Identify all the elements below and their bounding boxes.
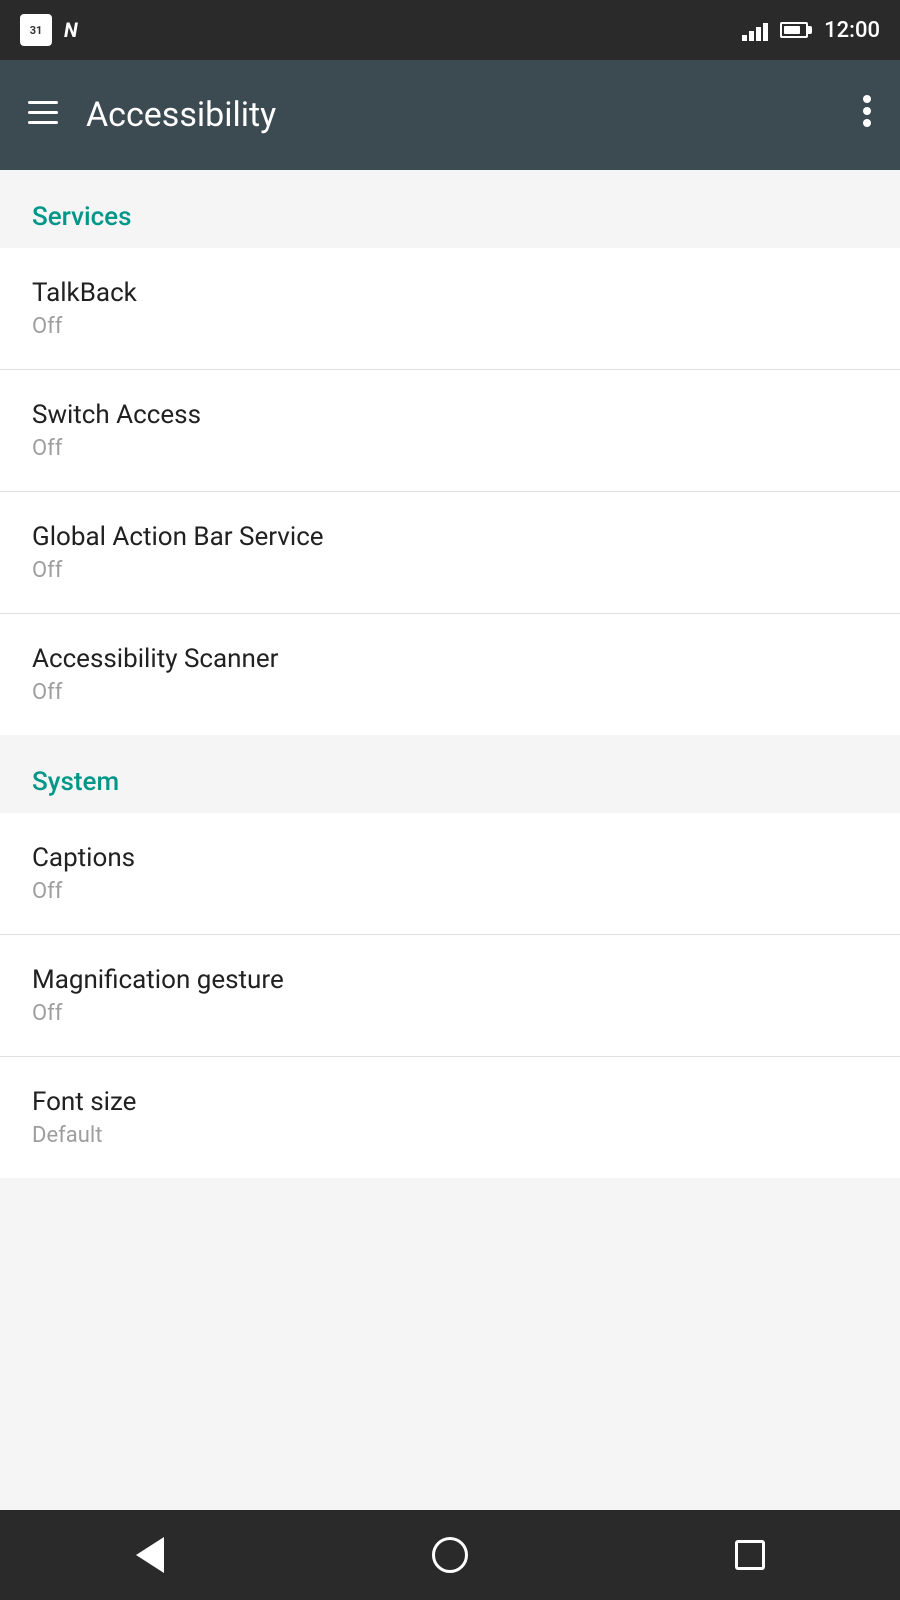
home-button[interactable] (415, 1520, 485, 1590)
app-bar-left: Accessibility (20, 90, 276, 141)
global-action-bar-title: Global Action Bar Service (32, 522, 868, 552)
calendar-icon: 31 (20, 14, 52, 46)
captions-title: Captions (32, 843, 868, 873)
services-label: Services (32, 202, 132, 232)
switch-access-title: Switch Access (32, 400, 868, 430)
system-group: Captions Off Magnification gesture Off F… (0, 813, 900, 1178)
date-number: 31 (30, 24, 43, 37)
font-size-item[interactable]: Font size Default (0, 1057, 900, 1178)
global-action-bar-subtitle: Off (32, 558, 868, 583)
accessibility-scanner-subtitle: Off (32, 680, 868, 705)
font-size-subtitle: Default (32, 1123, 868, 1148)
page-title: Accessibility (86, 95, 276, 135)
notification-icon: N (64, 18, 78, 42)
font-size-title: Font size (32, 1087, 868, 1117)
captions-item[interactable]: Captions Off (0, 813, 900, 935)
status-bar-right: 12:00 (742, 18, 880, 43)
bottom-nav-bar (0, 1510, 900, 1600)
accessibility-scanner-title: Accessibility Scanner (32, 644, 868, 674)
talkback-item[interactable]: TalkBack Off (0, 248, 900, 370)
more-options-button[interactable] (854, 86, 880, 144)
back-button[interactable] (115, 1520, 185, 1590)
magnification-gesture-subtitle: Off (32, 1001, 868, 1026)
switch-access-item[interactable]: Switch Access Off (0, 370, 900, 492)
system-section-header: System (0, 735, 900, 813)
global-action-bar-item[interactable]: Global Action Bar Service Off (0, 492, 900, 614)
talkback-title: TalkBack (32, 278, 868, 308)
magnification-gesture-title: Magnification gesture (32, 965, 868, 995)
signal-icon (742, 19, 768, 41)
battery-icon (780, 22, 812, 38)
switch-access-subtitle: Off (32, 436, 868, 461)
app-bar: Accessibility (0, 60, 900, 170)
services-group: TalkBack Off Switch Access Off Global Ac… (0, 248, 900, 735)
status-bar: 31 N 12:00 (0, 0, 900, 60)
status-time: 12:00 (824, 18, 880, 43)
status-bar-left: 31 N (20, 14, 78, 46)
magnification-gesture-item[interactable]: Magnification gesture Off (0, 935, 900, 1057)
recents-button[interactable] (715, 1520, 785, 1590)
talkback-subtitle: Off (32, 314, 868, 339)
system-label: System (32, 767, 119, 797)
services-section-header: Services (0, 170, 900, 248)
accessibility-scanner-item[interactable]: Accessibility Scanner Off (0, 614, 900, 735)
captions-subtitle: Off (32, 879, 868, 904)
hamburger-menu-button[interactable] (20, 90, 66, 141)
content-area: Services TalkBack Off Switch Access Off … (0, 170, 900, 1178)
